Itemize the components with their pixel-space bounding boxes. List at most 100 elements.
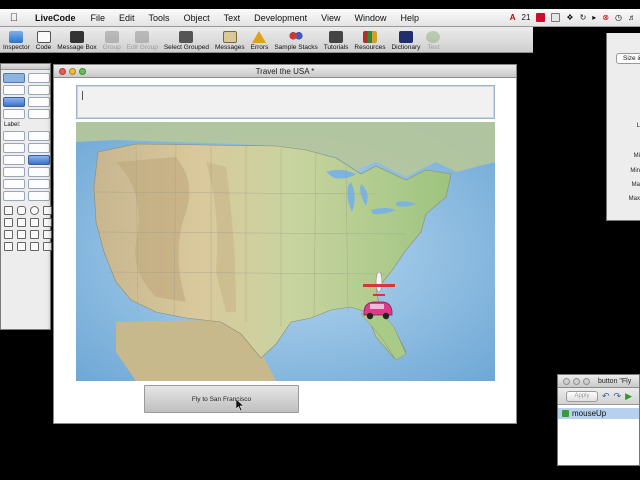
menu-help[interactable]: Help	[394, 13, 427, 23]
toolbar-test[interactable]: Test	[423, 26, 443, 52]
sync-icon[interactable]: ↻	[580, 13, 587, 22]
slider-tool-icon[interactable]	[28, 179, 50, 189]
stack-title: Travel the USA *	[255, 67, 315, 76]
text-field[interactable]	[76, 85, 495, 119]
pink-car-icon[interactable]	[361, 298, 395, 320]
close-circle-icon[interactable]: ⊗	[602, 13, 609, 22]
round-rect-graphic-icon[interactable]	[17, 206, 26, 215]
list-field-tool-icon[interactable]	[3, 143, 25, 153]
minimize-window-icon[interactable]	[69, 68, 76, 75]
blank-tool-icon[interactable]	[28, 109, 50, 119]
freehand-graphic-icon[interactable]	[30, 218, 39, 227]
polygon-graphic-icon[interactable]	[43, 206, 52, 215]
toolbar-inspector[interactable]: Inspector	[0, 26, 33, 52]
sample-stacks-icon	[289, 31, 304, 43]
option-menu-tool-icon[interactable]	[28, 167, 50, 177]
wifi-icon[interactable]: ▸	[592, 13, 596, 22]
apple-icon[interactable]: 	[0, 12, 28, 24]
fill-paint-icon[interactable]	[4, 242, 13, 251]
default-button-tool-icon[interactable]	[3, 97, 25, 107]
stepper-tool-icon[interactable]	[3, 155, 25, 165]
handler-list-item[interactable]: mouseUp	[558, 408, 639, 419]
toolbar-test-label: Test	[427, 44, 440, 51]
pointer-tool-icon[interactable]	[28, 73, 50, 83]
image-tool-icon[interactable]	[28, 191, 50, 201]
script-close-icon[interactable]	[563, 378, 570, 385]
rounded-button-tool-icon[interactable]	[3, 85, 25, 95]
rectangle-graphic-icon[interactable]	[4, 206, 13, 215]
select-paint-icon[interactable]	[4, 230, 13, 239]
size-position-tab[interactable]: Size &	[616, 53, 640, 64]
spray-paint-icon[interactable]	[30, 230, 39, 239]
table-field-tool-icon[interactable]	[28, 131, 50, 141]
toolbar-dictionary-label: Dictionary	[391, 44, 421, 51]
toolbar-code-label: Code	[35, 44, 52, 51]
oval-graphic-icon[interactable]	[30, 206, 39, 215]
toolbar-dictionary[interactable]: Dictionary	[388, 26, 423, 52]
eraser-paint-icon[interactable]	[43, 230, 52, 239]
toolbar-edit-group[interactable]: Edit Group	[124, 26, 161, 52]
pencil-paint-icon[interactable]	[30, 242, 39, 251]
menu-object[interactable]: Object	[177, 13, 217, 23]
fly-to-san-francisco-button[interactable]: Fly to San Francisco	[144, 385, 299, 413]
script-minimize-icon[interactable]	[573, 378, 580, 385]
stack-titlebar[interactable]: Travel the USA *	[54, 65, 516, 78]
airplane-icon[interactable]	[361, 272, 397, 300]
menu-window[interactable]: Window	[347, 13, 393, 23]
script-zoom-icon[interactable]	[583, 378, 590, 385]
regular-polygon-graphic-icon[interactable]	[43, 218, 52, 227]
toolbar-tutorials-label: Tutorials	[323, 44, 349, 51]
progress-bar-tool-icon[interactable]	[28, 155, 50, 165]
toolbar-select-grouped[interactable]: Select Grouped	[161, 26, 212, 52]
inspector-label-2: Mi	[633, 153, 640, 159]
close-window-icon[interactable]	[59, 68, 66, 75]
tab-button-tool-icon[interactable]	[28, 97, 50, 107]
menu-development[interactable]: Development	[247, 13, 314, 23]
player-tool-icon[interactable]	[3, 191, 25, 201]
browse-tool-icon[interactable]	[3, 73, 25, 83]
menu-text[interactable]: Text	[217, 13, 248, 23]
toolbar-code[interactable]: Code	[33, 26, 55, 52]
bucket-paint-icon[interactable]	[17, 230, 26, 239]
run-icon[interactable]: ▶	[625, 391, 632, 401]
brush-paint-icon[interactable]	[17, 242, 26, 251]
combo-box-tool-icon[interactable]	[3, 167, 25, 177]
rectangle-button-tool-icon[interactable]	[3, 109, 25, 119]
toolbar-errors[interactable]: Errors	[248, 26, 272, 52]
code-icon	[36, 31, 51, 43]
group-icon	[104, 31, 119, 43]
handler-name: mouseUp	[572, 409, 607, 418]
toolbar-tutorials[interactable]: Tutorials	[321, 26, 352, 52]
menu-edit[interactable]: Edit	[112, 13, 142, 23]
adobe-icon[interactable]: A	[510, 13, 516, 22]
field-tool-icon[interactable]	[3, 131, 25, 141]
inspector-icon	[9, 31, 24, 43]
undo-icon[interactable]: ↶	[602, 391, 610, 401]
dropper-paint-icon[interactable]	[43, 242, 52, 251]
toolbar-messages[interactable]: Messages	[212, 26, 248, 52]
menu-app-livecode[interactable]: LiveCode	[28, 13, 84, 23]
script-editor-titlebar[interactable]: button "Fly	[558, 375, 639, 388]
dropbox-icon[interactable]: ❖	[566, 13, 573, 22]
scrollbar-tool-icon[interactable]	[3, 179, 25, 189]
menu-tools[interactable]: Tools	[142, 13, 177, 23]
calendar-icon[interactable]	[551, 13, 561, 22]
recording-icon[interactable]	[536, 13, 546, 22]
script-editor-toolbar: Apply ↶ ↷ ▶	[558, 388, 639, 405]
line-graphic-icon[interactable]	[4, 218, 13, 227]
toolbar-message-box[interactable]: Message Box	[54, 26, 99, 52]
redo-icon[interactable]: ↷	[614, 391, 622, 401]
menu-file[interactable]: File	[84, 13, 113, 23]
toolbar-sample-stacks[interactable]: Sample Stacks	[271, 26, 320, 52]
scrolling-field-tool-icon[interactable]	[28, 143, 50, 153]
volume-icon[interactable]: ♬	[628, 13, 636, 22]
apply-button[interactable]: Apply	[566, 390, 598, 402]
menu-view[interactable]: View	[314, 13, 347, 23]
zoom-window-icon[interactable]	[79, 68, 86, 75]
curve-graphic-icon[interactable]	[17, 218, 26, 227]
toolbar-group[interactable]: Group	[100, 26, 124, 52]
time-machine-icon[interactable]: ◷	[615, 13, 622, 22]
toolbar-errors-label: Errors	[250, 44, 269, 51]
toolbar-resources[interactable]: Resources	[351, 26, 388, 52]
checkbox-tool-icon[interactable]	[28, 85, 50, 95]
